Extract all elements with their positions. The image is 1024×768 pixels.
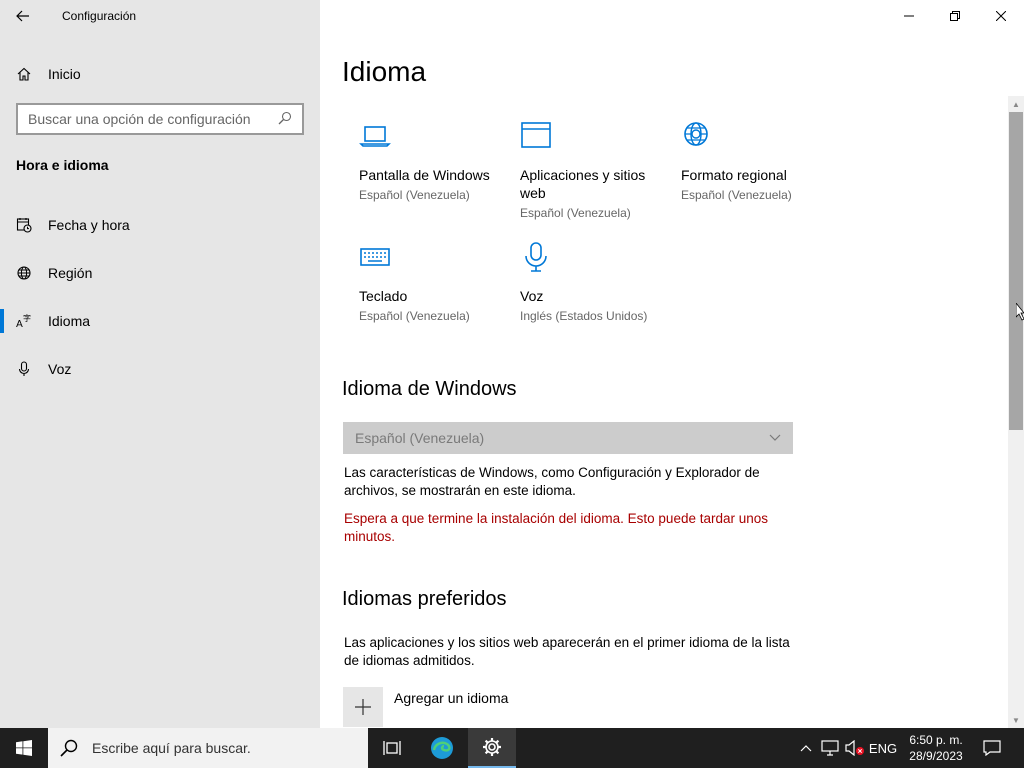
sidebar-item-label: Voz [48, 361, 72, 377]
back-arrow-icon [16, 10, 29, 22]
sidebar-item-region[interactable]: Región [0, 253, 320, 293]
taskbar-search-box[interactable]: Escribe aquí para buscar. [48, 728, 368, 768]
back-button[interactable] [0, 0, 46, 32]
sidebar-item-label: Fecha y hora [48, 217, 130, 233]
plus-icon [343, 687, 383, 727]
tile-title: Teclado [359, 288, 408, 304]
windows-language-description: Las características de Windows, como Con… [344, 465, 760, 498]
clock-time: 6:50 p. m. [909, 733, 963, 747]
taskbar-search-placeholder: Escribe aquí para buscar. [92, 740, 251, 756]
app-title: Configuración [62, 9, 137, 23]
close-button[interactable] [978, 0, 1024, 32]
settings-app-button[interactable] [468, 728, 516, 768]
task-view-icon [383, 741, 401, 755]
home-icon [0, 66, 48, 82]
tile-teclado[interactable]: Teclado Español (Venezuela) [359, 241, 509, 325]
tile-aplicaciones-y-sitios-web[interactable]: Aplicaciones y sitios web Español (Venez… [520, 120, 660, 222]
tile-voz[interactable]: Voz Inglés (Estados Unidos) [520, 241, 670, 325]
svg-text:字: 字 [23, 313, 31, 323]
microphone-icon [0, 361, 48, 377]
notifications-icon[interactable] [978, 728, 1006, 768]
tile-title: Voz [520, 288, 544, 304]
scroll-down-icon[interactable]: ▼ [1008, 712, 1024, 728]
chevron-down-icon [769, 431, 781, 445]
volume-muted-icon[interactable] [843, 728, 867, 768]
mouse-cursor-icon [1016, 303, 1024, 321]
tile-title: Pantalla de Windows [359, 167, 490, 183]
nav-home[interactable]: Inicio [0, 56, 320, 92]
search-icon[interactable] [278, 111, 292, 128]
sidebar-item-label: Región [48, 265, 93, 281]
windows-language-heading: Idioma de Windows [342, 378, 517, 400]
sidebar: Configuración Inicio Buscar una opción d… [0, 0, 320, 728]
tile-title: Formato regional [681, 167, 787, 183]
windows-logo-icon [16, 740, 32, 756]
edge-icon [431, 737, 453, 759]
restore-icon [950, 11, 960, 21]
scroll-up-icon[interactable]: ▲ [1008, 96, 1024, 112]
add-language-label: Agregar un idioma [394, 690, 509, 706]
globe-gear-icon [681, 120, 831, 152]
tile-subtitle: Español (Venezuela) [359, 188, 470, 202]
globe-icon [0, 265, 48, 281]
language-icon: A字 [0, 313, 48, 329]
edge-browser-button[interactable] [418, 728, 466, 768]
restore-button[interactable] [932, 0, 978, 32]
scroll-thumb[interactable] [1009, 112, 1023, 430]
taskbar: Escribe aquí para buscar. ENG 6:50 p. m.… [0, 728, 1024, 768]
network-icon[interactable] [818, 728, 842, 768]
title-bar: Configuración [0, 0, 320, 32]
tile-subtitle: Español (Venezuela) [359, 309, 470, 323]
search-icon [60, 739, 78, 757]
tile-pantalla-de-windows[interactable]: Pantalla de Windows Español (Venezuela) [359, 120, 509, 204]
nav-home-label: Inicio [48, 66, 81, 82]
sidebar-item-idioma[interactable]: A字 Idioma [0, 301, 320, 341]
tile-subtitle: Español (Venezuela) [681, 188, 792, 202]
clock-date: 28/9/2023 [909, 749, 963, 763]
tile-subtitle: Inglés (Estados Unidos) [520, 309, 648, 323]
start-button[interactable] [0, 728, 48, 768]
preferred-languages-heading: Idiomas preferidos [342, 588, 507, 610]
chevron-up-icon[interactable] [796, 728, 816, 768]
microphone-icon [520, 241, 670, 273]
page-title: Idioma [342, 56, 427, 87]
window-controls [886, 0, 1024, 32]
minimize-icon [904, 15, 914, 17]
app-window-icon [520, 120, 660, 152]
install-warning: Espera a que termine la instalación del … [344, 511, 769, 544]
close-icon [996, 11, 1006, 21]
settings-search-input[interactable]: Buscar una opción de configuración [16, 103, 304, 135]
taskbar-clock[interactable]: 6:50 p. m. 28/9/2023 [900, 728, 972, 768]
sidebar-item-voz[interactable]: Voz [0, 349, 320, 389]
add-language-button[interactable]: Agregar un idioma [343, 687, 508, 727]
tile-subtitle: Español (Venezuela) [520, 206, 631, 220]
tile-title: Aplicaciones y sitios web [520, 167, 646, 201]
search-placeholder: Buscar una opción de configuración [28, 111, 251, 127]
main-content: Idioma Pantalla de Windows Español (Vene… [320, 32, 1008, 728]
sidebar-item-label: Idioma [48, 313, 91, 329]
calendar-clock-icon [0, 217, 48, 233]
tile-formato-regional[interactable]: Formato regional Español (Venezuela) [681, 120, 831, 204]
preferred-languages-description: Las aplicaciones y los sitios web aparec… [344, 635, 790, 668]
input-language-indicator[interactable]: ENG [867, 728, 899, 768]
dropdown-value: Español (Venezuela) [355, 430, 485, 446]
svg-text:A: A [16, 319, 23, 329]
task-view-button[interactable] [368, 728, 416, 768]
keyboard-icon [359, 241, 509, 273]
minimize-button[interactable] [886, 0, 932, 32]
windows-language-dropdown[interactable]: Español (Venezuela) [343, 422, 793, 454]
section-title: Hora e idioma [16, 157, 109, 173]
gear-icon [483, 738, 501, 756]
laptop-icon [359, 120, 509, 152]
vertical-scrollbar[interactable]: ▲ ▼ [1008, 96, 1024, 728]
sidebar-item-fecha-y-hora[interactable]: Fecha y hora [0, 205, 320, 245]
